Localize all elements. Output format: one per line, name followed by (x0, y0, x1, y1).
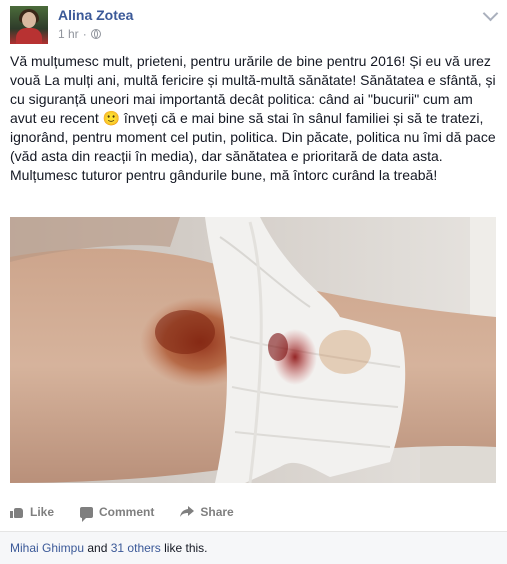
comment-label: Comment (99, 505, 155, 519)
chevron-down-icon[interactable] (482, 5, 499, 22)
author-avatar[interactable] (10, 6, 48, 44)
post-text: Vă mulțumesc mult, prieteni, pentru urăr… (10, 53, 500, 183)
post-meta: 1 hr · (58, 27, 101, 41)
likes-summary: Mihai Ghimpu and 31 others like this. (0, 531, 507, 564)
author-name[interactable]: Alina Zotea (58, 7, 133, 23)
comment-button[interactable]: Comment (80, 505, 155, 522)
post-time[interactable]: 1 hr (58, 27, 79, 41)
like-button[interactable]: Like (10, 505, 54, 519)
share-arrow-icon (180, 506, 195, 518)
bandaged-knee-photo (10, 217, 496, 483)
post-actions: Like Comment Share (10, 497, 234, 527)
facebook-post: Alina Zotea 1 hr · Vă mulțumesc mult, pr… (0, 0, 507, 564)
like-label: Like (30, 505, 55, 519)
globe-icon[interactable] (90, 29, 101, 39)
others-link[interactable]: 31 others (111, 541, 161, 555)
post-photo[interactable] (10, 217, 496, 483)
likes-and: and (87, 541, 108, 555)
share-label: Share (200, 505, 234, 519)
comment-icon (80, 506, 94, 522)
liker-name-link[interactable]: Mihai Ghimpu (10, 541, 84, 555)
meta-separator: · (82, 27, 87, 41)
likes-suffix: like this. (164, 541, 208, 555)
thumbs-up-icon (10, 506, 24, 518)
post-header: Alina Zotea 1 hr · (10, 4, 500, 44)
share-button[interactable]: Share (180, 505, 234, 519)
